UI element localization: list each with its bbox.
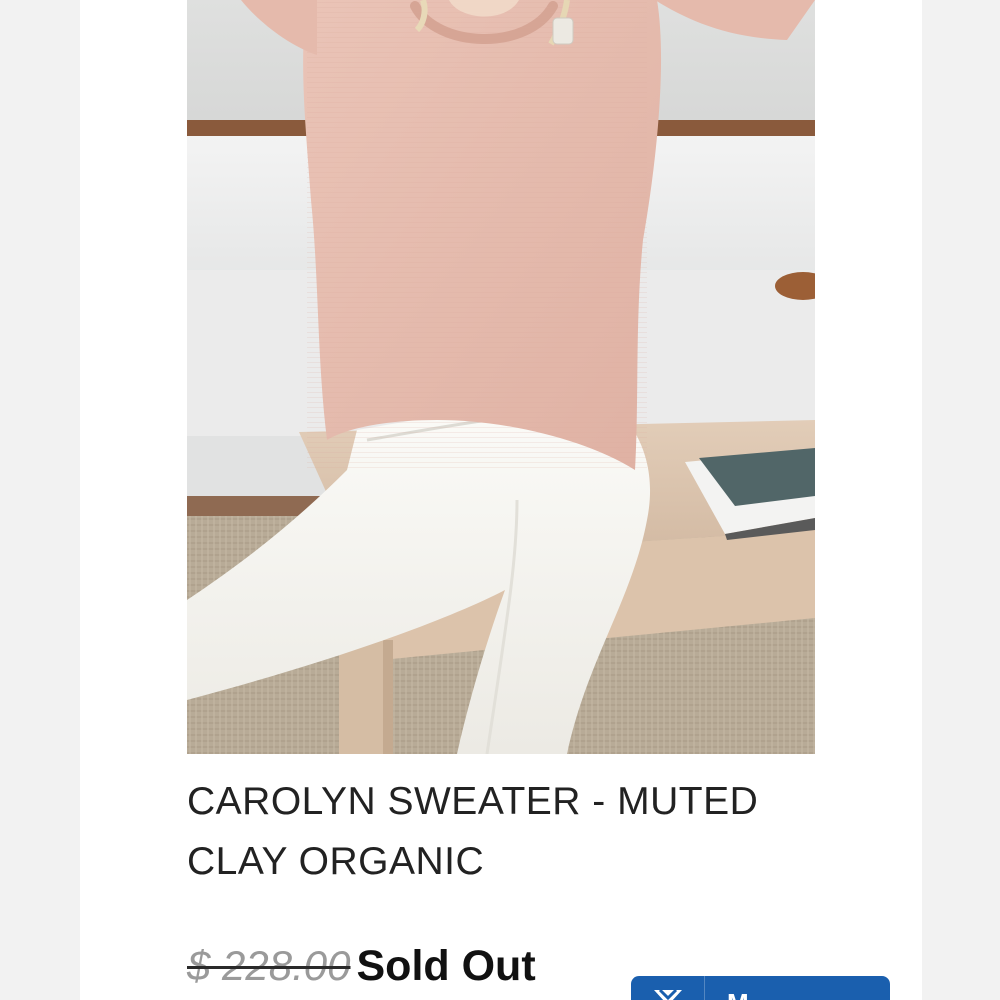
product-title: CAROLYN SWEATER - MUTED CLAY ORGANIC: [187, 780, 759, 883]
product-page: CAROLYN SWEATER - MUTED CLAY ORGANIC $ 2…: [80, 0, 922, 1000]
floating-app-button[interactable]: M: [631, 976, 890, 1000]
price-row: $ 228.00 Sold Out: [187, 936, 536, 996]
original-price: $ 228.00: [187, 942, 351, 989]
sold-out-label: Sold Out: [356, 941, 536, 990]
chat-app-icon: [631, 976, 705, 1000]
left-gutter: [0, 0, 80, 1000]
right-gutter: [922, 0, 1000, 1000]
floating-button-label: M: [705, 976, 749, 1000]
product-image[interactable]: [187, 0, 815, 754]
